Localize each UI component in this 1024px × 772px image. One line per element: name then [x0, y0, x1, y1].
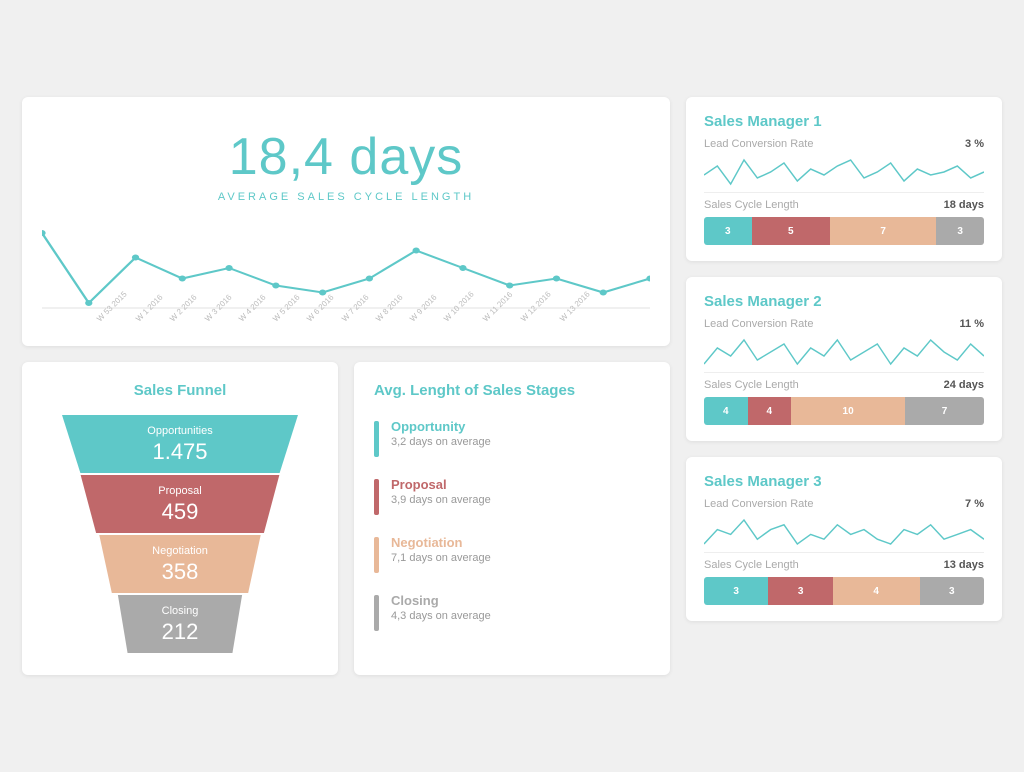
avg-stage-name: Closing	[391, 593, 491, 608]
managers-column: Sales Manager 1 Lead Conversion Rate 3 %…	[686, 97, 1002, 675]
divider	[704, 552, 984, 553]
divider	[704, 372, 984, 373]
dashboard: 18,4 days Average Sales Cycle Length W 5…	[22, 97, 1002, 675]
cycle-label: Sales Cycle Length	[704, 199, 799, 211]
funnel-item-value: 358	[162, 559, 199, 585]
bar-segment: 4	[704, 397, 748, 425]
funnel-item-value: 212	[162, 619, 199, 645]
bar-segment: 10	[791, 397, 905, 425]
cycle-row: Sales Cycle Length 13 days	[704, 559, 984, 571]
funnel-item: Negotiation 358	[90, 535, 269, 593]
funnel-item: Closing 212	[111, 595, 249, 653]
manager-card-3: Sales Manager 3 Lead Conversion Rate 7 %…	[686, 457, 1002, 621]
bar-segment: 3	[704, 217, 752, 245]
stacked-bar: 3573	[704, 217, 984, 245]
cycle-row: Sales Cycle Length 24 days	[704, 379, 984, 391]
avg-stage-item: Negotiation 7,1 days on average	[374, 535, 650, 573]
avg-stage-name: Negotiation	[391, 535, 491, 550]
divider	[704, 192, 984, 193]
conversion-row: Lead Conversion Rate 3 %	[704, 138, 984, 150]
funnel-card: Sales Funnel Opportunities 1.475 Proposa…	[22, 362, 338, 675]
manager-title: Sales Manager 2	[704, 293, 984, 310]
bar-segment: 4	[748, 397, 792, 425]
bar-segment: 5	[752, 217, 830, 245]
conversion-row: Lead Conversion Rate 7 %	[704, 498, 984, 510]
stacked-bar: 44107	[704, 397, 984, 425]
cycle-value: 24 days	[944, 379, 984, 391]
conversion-label: Lead Conversion Rate	[704, 498, 813, 510]
avg-stages-card: Avg. Lenght of Sales Stages Opportunity …	[354, 362, 670, 675]
avg-stages-title: Avg. Lenght of Sales Stages	[374, 382, 650, 399]
cycle-label: Sales Cycle Length	[704, 559, 799, 571]
cycle-label: Sales Cycle Length	[704, 379, 799, 391]
manager-title: Sales Manager 3	[704, 473, 984, 490]
cycle-value: 18 days	[944, 199, 984, 211]
cycle-value: 13 days	[944, 559, 984, 571]
avg-stage-desc: 7,1 days on average	[391, 552, 491, 564]
funnel-title: Sales Funnel	[134, 382, 227, 399]
bar-segment: 4	[833, 577, 920, 605]
avg-stage-indicator	[374, 595, 379, 631]
funnel-item: Opportunities 1.475	[49, 415, 311, 473]
manager-card-1: Sales Manager 1 Lead Conversion Rate 3 %…	[686, 97, 1002, 261]
conversion-label: Lead Conversion Rate	[704, 138, 813, 150]
conversion-value: 3 %	[965, 138, 984, 150]
sparkline	[704, 336, 984, 366]
funnel-item-value: 1.475	[152, 439, 207, 465]
bar-segment: 3	[936, 217, 984, 245]
bar-segment: 3	[768, 577, 832, 605]
avg-stage-desc: 3,2 days on average	[391, 436, 491, 448]
avg-stage-name: Opportunity	[391, 419, 491, 434]
funnel-container: Opportunities 1.475 Proposal 459 Negotia…	[42, 415, 318, 655]
avg-stage-indicator	[374, 537, 379, 573]
funnel-item-label: Opportunities	[147, 425, 212, 437]
avg-stage-desc: 4,3 days on average	[391, 610, 491, 622]
bar-segment: 3	[704, 577, 768, 605]
conversion-value: 7 %	[965, 498, 984, 510]
conversion-label: Lead Conversion Rate	[704, 318, 813, 330]
stacked-bar: 3343	[704, 577, 984, 605]
funnel-item-label: Proposal	[158, 485, 201, 497]
cycle-row: Sales Cycle Length 18 days	[704, 199, 984, 211]
x-axis-labels: W 53 2015W 1 2016W 2 2016W 3 2016W 4 201…	[85, 317, 606, 326]
avg-stage-indicator	[374, 421, 379, 457]
funnel-item: Proposal 459	[70, 475, 291, 533]
conversion-value: 11 %	[960, 318, 984, 330]
conversion-row: Lead Conversion Rate 11 %	[704, 318, 984, 330]
avg-stage-indicator	[374, 479, 379, 515]
avg-stage-desc: 3,9 days on average	[391, 494, 491, 506]
sparkline	[704, 156, 984, 186]
sparkline	[704, 516, 984, 546]
avg-stage-item: Closing 4,3 days on average	[374, 593, 650, 631]
avg-stage-name: Proposal	[391, 477, 491, 492]
main-metric-value: 18,4 days	[229, 127, 464, 187]
funnel-item-label: Negotiation	[152, 545, 208, 557]
funnel-item-value: 459	[162, 499, 199, 525]
avg-stage-item: Proposal 3,9 days on average	[374, 477, 650, 515]
bar-segment: 7	[830, 217, 936, 245]
bar-segment: 7	[905, 397, 984, 425]
manager-card-2: Sales Manager 2 Lead Conversion Rate 11 …	[686, 277, 1002, 441]
main-line-chart	[42, 223, 650, 313]
bar-segment: 3	[920, 577, 984, 605]
main-metric-subtitle: Average Sales Cycle Length	[218, 191, 474, 203]
main-metric-card: 18,4 days Average Sales Cycle Length W 5…	[22, 97, 670, 346]
funnel-item-label: Closing	[162, 605, 199, 617]
avg-stage-item: Opportunity 3,2 days on average	[374, 419, 650, 457]
manager-title: Sales Manager 1	[704, 113, 984, 130]
avg-stages-list: Opportunity 3,2 days on average Proposal…	[374, 419, 650, 631]
